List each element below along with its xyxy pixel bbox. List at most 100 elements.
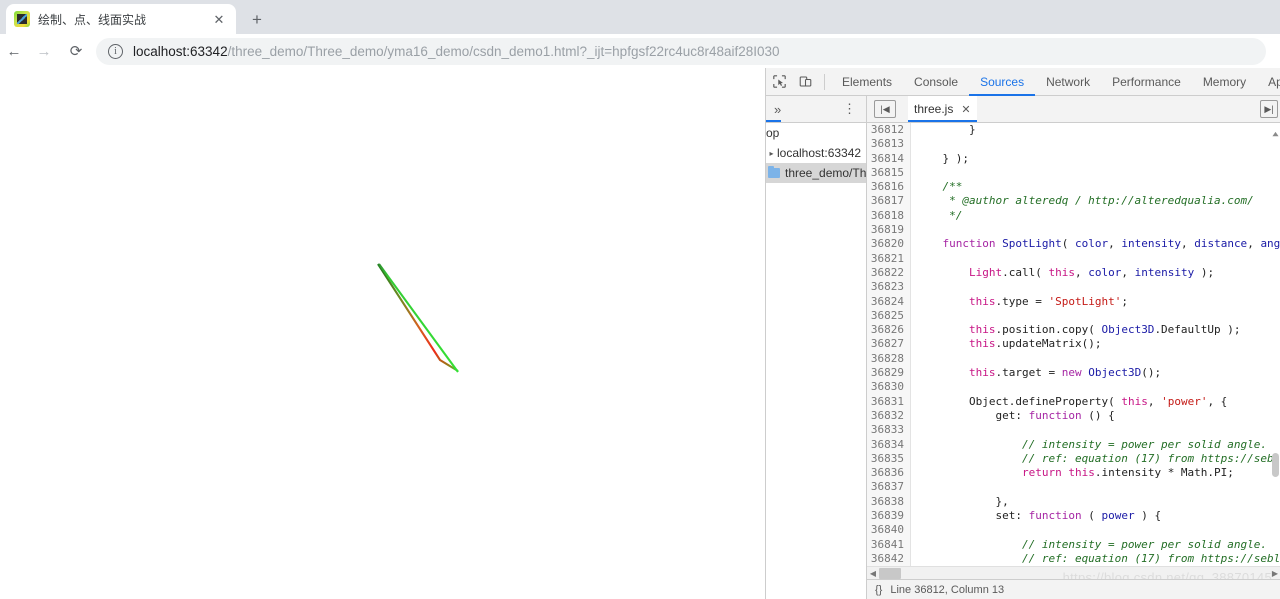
tab-sources[interactable]: Sources (969, 68, 1035, 96)
code-token: Object (968, 394, 1009, 408)
line-number: 36812 (870, 123, 904, 136)
code-line[interactable] (911, 523, 1280, 537)
tree-item-top[interactable]: op (766, 123, 866, 143)
code-line[interactable]: // ref: equation (17) from https://seblu (911, 552, 1280, 566)
code-line[interactable]: Light.call( this, color, intensity ); (911, 266, 1280, 280)
code-content[interactable]: } } ); /** * @author alteredq / http://a… (911, 123, 1280, 599)
editor-file-tab-threejs[interactable]: three.js ✕ (908, 96, 977, 122)
code-token: , (1180, 237, 1195, 251)
browser-tab[interactable]: 绘制、点、线面实战 ✕ (6, 4, 236, 34)
code-token: .updateMatrix(); (995, 337, 1102, 351)
close-icon[interactable]: ✕ (210, 10, 228, 28)
editor-vertical-scrollbar[interactable] (1271, 123, 1280, 583)
tree-item-label: three_demo/Th (785, 166, 867, 180)
scroll-right-arrow-icon[interactable]: ▶ (1269, 569, 1280, 578)
reload-icon[interactable]: ⟳ (62, 37, 90, 65)
site-info-icon[interactable]: i (108, 44, 123, 59)
code-line[interactable]: set: function ( power ) { (911, 509, 1280, 523)
code-line[interactable]: } (911, 123, 1280, 137)
code-line[interactable]: this.updateMatrix(); (911, 337, 1280, 351)
pretty-print-icon[interactable]: {} (875, 584, 882, 596)
line-number: 36832 (870, 408, 904, 422)
next-tab-icon[interactable]: ▶| (1260, 100, 1278, 118)
device-glyph (799, 76, 811, 87)
code-token: .intensity * Math.PI; (1094, 466, 1234, 480)
scroll-left-arrow-icon[interactable]: ◀ (867, 569, 879, 578)
scroll-up-arrow-icon[interactable] (1272, 125, 1279, 137)
tab-memory[interactable]: Memory (1192, 68, 1257, 96)
code-token: Object3D (1101, 323, 1155, 337)
back-icon[interactable]: ← (0, 37, 28, 65)
code-token: // intensity = power per solid angle. (916, 437, 1267, 451)
code-line[interactable]: this.type = 'SpotLight'; (911, 295, 1280, 309)
code-line[interactable]: // intensity = power per solid angle. (911, 438, 1280, 452)
code-line[interactable]: get: function () { (911, 409, 1280, 423)
code-line[interactable]: // intensity = power per solid angle. (911, 538, 1280, 552)
code-token: color (1074, 237, 1109, 251)
code-line[interactable]: // ref: equation (17) from https://seblu (911, 452, 1280, 466)
chevron-right-icon[interactable]: ▸ (766, 149, 777, 158)
line-number: 36819 (870, 223, 904, 237)
code-line[interactable] (911, 137, 1280, 151)
navigator-menu-icon[interactable]: ⋮ (843, 101, 866, 117)
cursor-position-label: Line 36812, Column 13 (890, 583, 1005, 596)
tree-item-three-demo[interactable]: three_demo/Th (766, 163, 866, 183)
code-line[interactable]: function SpotLight( color, intensity, di… (911, 237, 1280, 251)
code-line[interactable] (911, 280, 1280, 294)
tab-performance[interactable]: Performance (1101, 68, 1192, 96)
tab-network[interactable]: Network (1035, 68, 1101, 96)
inspect-element-icon[interactable] (766, 69, 792, 95)
code-token: , (1108, 237, 1122, 251)
code-line[interactable]: /** (911, 180, 1280, 194)
code-line[interactable] (911, 380, 1280, 394)
tab-application[interactable]: Ap (1257, 68, 1280, 96)
code-line[interactable] (911, 252, 1280, 266)
code-line[interactable]: this.target = new Object3D(); (911, 366, 1280, 380)
code-line[interactable] (911, 166, 1280, 180)
forward-icon[interactable]: → (30, 37, 58, 65)
code-token: distance (1194, 237, 1248, 251)
code-line[interactable] (911, 423, 1280, 437)
tree-item-label: op (766, 126, 780, 140)
tree-item-localhost[interactable]: ▸ localhost:63342 (766, 143, 866, 163)
line-number: 36817 (870, 194, 904, 208)
editor-horizontal-scrollbar[interactable]: ◀ ▶ (867, 566, 1280, 579)
close-icon[interactable]: ✕ (961, 103, 970, 116)
code-line[interactable] (911, 480, 1280, 494)
new-tab-button[interactable]: + (244, 7, 270, 31)
browser-window: 绘制、点、线面实战 ✕ + ← → ⟳ i localhost:63342/th… (0, 0, 1280, 599)
scrollbar-thumb[interactable] (1272, 453, 1279, 477)
code-line[interactable] (911, 352, 1280, 366)
code-token: */ (916, 208, 963, 222)
code-line[interactable]: return this.intensity * Math.PI; (911, 466, 1280, 480)
threejs-canvas[interactable] (0, 68, 765, 599)
code-line[interactable] (911, 223, 1280, 237)
code-token: ( (1081, 509, 1102, 523)
tab-elements[interactable]: Elements (831, 68, 903, 96)
code-line[interactable] (911, 309, 1280, 323)
navigator-pane[interactable]: op ▸ localhost:63342 three_demo/Th (766, 123, 867, 599)
line-number: 36814 (870, 151, 904, 165)
scrollbar-thumb[interactable] (879, 567, 901, 579)
previous-tab-icon[interactable]: |◀ (874, 100, 896, 118)
more-tabs-icon[interactable]: » (766, 96, 781, 122)
code-token: .position.copy( (995, 323, 1102, 337)
editor-statusbar: {} Line 36812, Column 13 (867, 579, 1280, 599)
code-token: .defineProperty( (1008, 394, 1122, 408)
code-line[interactable]: this.position.copy( Object3D.DefaultUp )… (911, 323, 1280, 337)
line-number: 36826 (870, 323, 904, 337)
line-number: 36833 (870, 423, 904, 437)
code-line[interactable]: */ (911, 209, 1280, 223)
address-bar[interactable]: i localhost:63342/three_demo/Three_demo/… (96, 38, 1266, 65)
device-toolbar-icon[interactable] (792, 69, 818, 95)
source-code-editor[interactable]: 36812 36813 36814 36815 36816 36817 36818 36819… (867, 123, 1280, 599)
tab-console[interactable]: Console (903, 68, 969, 96)
code-token: this (1048, 265, 1075, 279)
code-line[interactable]: } ); (911, 152, 1280, 166)
code-line[interactable]: * @author alteredq / http://alteredquali… (911, 194, 1280, 208)
code-line[interactable]: Object.defineProperty( this, 'power', { (911, 395, 1280, 409)
code-token: function (942, 237, 996, 251)
code-token: 'power' (1161, 394, 1208, 408)
code-line[interactable]: }, (911, 495, 1280, 509)
